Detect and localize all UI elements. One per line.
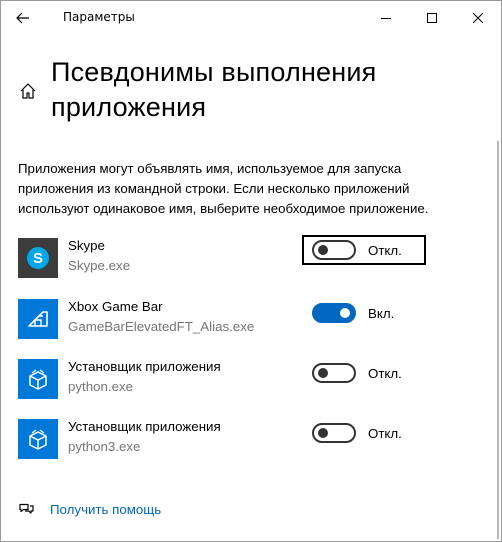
toggle-state-label: Откл. <box>368 425 402 441</box>
maximize-button[interactable] <box>409 1 455 35</box>
app-installer-icon <box>18 359 58 399</box>
toggle-app-installer-python[interactable]: Откл. <box>304 359 402 387</box>
toggle-skype[interactable]: Откл. <box>302 235 426 265</box>
app-exe: python3.exe <box>68 439 141 454</box>
toggle-state-label: Откл. <box>368 365 402 381</box>
toggle-knob <box>318 368 328 378</box>
list-item-skype: S Skype Skype.exe Откл. <box>18 235 458 282</box>
xbox-game-bar-icon <box>18 299 58 339</box>
page-title: Псевдонимы выполнения приложения <box>51 57 377 122</box>
app-installer-icon <box>18 419 58 459</box>
scrollbar[interactable] <box>497 141 499 539</box>
app-name: Установщик приложения <box>68 419 221 434</box>
app-name: Xbox Game Bar <box>68 299 163 314</box>
maximize-icon <box>427 13 437 23</box>
toggle-switch[interactable] <box>312 240 356 260</box>
toggle-app-installer-python3[interactable]: Откл. <box>304 419 402 447</box>
window-title: Параметры <box>63 10 135 24</box>
home-button[interactable] <box>16 79 40 103</box>
close-button[interactable] <box>455 1 501 35</box>
toggle-xbox-game-bar[interactable]: Вкл. <box>304 299 394 327</box>
app-name: Skype <box>68 238 105 253</box>
toggle-switch[interactable] <box>312 423 356 443</box>
toggle-knob <box>318 428 328 438</box>
settings-window: Параметры Псевдонимы выполнения приложен… <box>0 0 502 542</box>
minimize-icon <box>381 18 391 19</box>
list-item-app-installer-python3: Установщик приложения python3.exe Откл. <box>18 419 458 463</box>
title-bar: Параметры <box>1 1 501 35</box>
toggle-switch[interactable] <box>312 363 356 383</box>
toggle-switch[interactable] <box>312 303 356 323</box>
toggle-state-label: Вкл. <box>368 305 395 321</box>
skype-icon: S <box>18 238 58 278</box>
app-exe: GameBarElevatedFT_Alias.exe <box>68 319 255 334</box>
toggle-knob <box>318 245 328 255</box>
page-description: Приложения могут объявлять имя, использу… <box>18 161 429 216</box>
back-arrow-icon <box>16 12 29 24</box>
list-item-app-installer-python: Установщик приложения python.exe Откл. <box>18 359 458 403</box>
help-chat-icon <box>19 503 34 514</box>
svg-text:S: S <box>33 250 43 267</box>
app-exe: python.exe <box>68 379 134 394</box>
list-item-xbox-game-bar: Xbox Game Bar GameBarElevatedFT_Alias.ex… <box>18 299 458 343</box>
app-exe: Skype.exe <box>68 258 131 273</box>
minimize-button[interactable] <box>363 1 409 35</box>
toggle-state-label: Откл. <box>368 242 402 258</box>
close-icon <box>473 13 483 23</box>
app-name: Установщик приложения <box>68 359 221 374</box>
toggle-knob <box>340 308 350 318</box>
get-help-link[interactable]: Получить помощь <box>50 502 161 517</box>
back-button[interactable] <box>8 5 38 31</box>
get-help[interactable]: Получить помощь <box>18 498 161 520</box>
home-icon <box>20 83 36 99</box>
